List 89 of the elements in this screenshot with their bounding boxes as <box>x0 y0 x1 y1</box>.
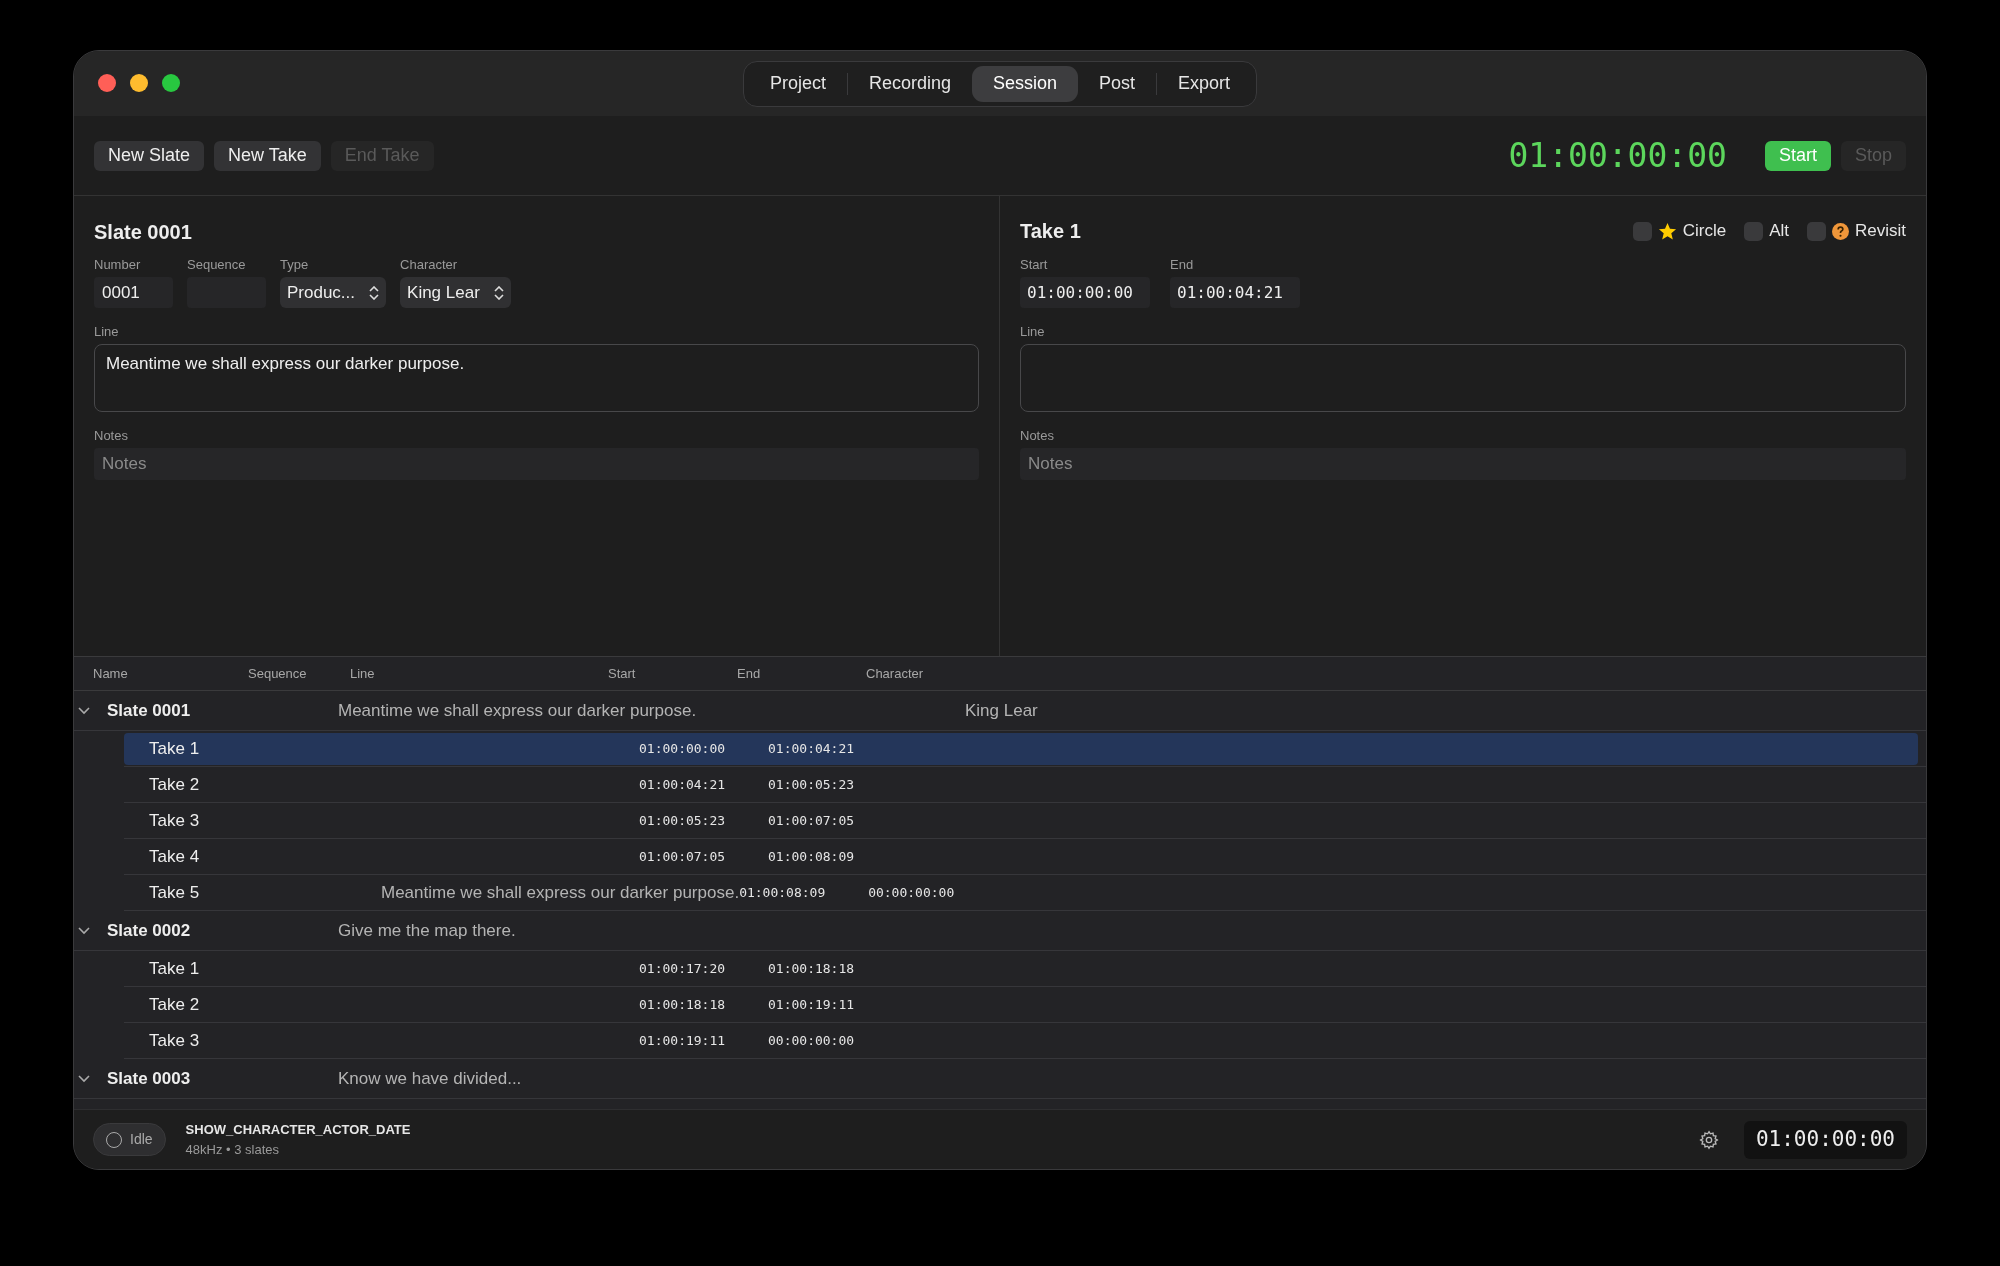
line-field[interactable] <box>1020 344 1906 412</box>
start-time: 01:00:18:18 <box>639 995 727 1014</box>
dropdown[interactable]: King Lear <box>400 277 511 308</box>
line-text: Know we have divided... <box>338 1067 523 1090</box>
tab[interactable]: Recording <box>847 65 972 102</box>
end-time: 00:00:00:00 <box>868 883 956 902</box>
notes-field[interactable]: Notes <box>94 448 979 480</box>
text-field[interactable]: 0001 <box>94 277 173 308</box>
column-header[interactable]: End <box>737 663 866 684</box>
notes-field[interactable]: Notes <box>1020 448 1906 480</box>
take-name: Take 4 <box>149 845 201 868</box>
chevron-down-icon[interactable] <box>78 926 90 935</box>
selected-row[interactable]: Take 1 01:00:00:00 01:00:04:21 <box>124 732 1918 765</box>
field-label: Sequence <box>187 256 247 271</box>
checkbox[interactable] <box>1744 221 1764 241</box>
line-text: Meantime we shall express our darker purpose. <box>338 699 698 722</box>
tab[interactable]: Session <box>972 65 1079 102</box>
chevron-updown-icon <box>493 285 504 300</box>
start-time: 01:00:19:11 <box>639 1031 727 1050</box>
field-label: Number <box>94 256 142 271</box>
slate-name: Slate 0001 <box>107 699 192 722</box>
timecode-display: 01:00:00:00 <box>1508 134 1727 177</box>
column-header[interactable]: Sequence <box>248 663 350 684</box>
take-name: Take 1 <box>149 957 201 980</box>
panel-title: Slate 0001 <box>94 220 193 245</box>
toolbar-button[interactable]: New Slate <box>94 140 205 171</box>
star-icon <box>1657 221 1677 241</box>
end-time: 00:00:00:00 <box>768 1031 856 1050</box>
checkbox-label: Revisit <box>1855 220 1906 243</box>
session-details: 48kHz • 3 slates <box>185 1140 280 1159</box>
line-text: Give me the map there. <box>338 919 517 942</box>
character-text: King Lear <box>965 699 1038 722</box>
line-field[interactable]: Meantime we shall express our darker purpose. <box>94 344 979 412</box>
start-time: 01:00:08:09 <box>739 883 827 902</box>
timecode-field[interactable]: 01:00:00:00 <box>1020 277 1150 308</box>
start-time: 01:00:00:00 <box>639 739 727 758</box>
column-header[interactable]: Name <box>93 663 248 684</box>
field-label: Type <box>280 256 310 271</box>
field-label: Notes <box>94 427 129 442</box>
checkbox[interactable] <box>1807 221 1826 241</box>
line-text: Meantime we shall express our darker purpose. <box>381 881 740 904</box>
panel-title: Take 1 <box>1020 219 1081 244</box>
column-header[interactable]: Line <box>350 663 608 684</box>
take-name: Take 3 <box>149 1029 201 1052</box>
settings-icon[interactable] <box>1698 1129 1719 1150</box>
take-name: Take 3 <box>149 809 201 832</box>
field-label: Notes <box>1020 427 1055 442</box>
start-time: 01:00:07:05 <box>639 847 727 866</box>
field-label: Character <box>400 256 459 271</box>
zoom-button[interactable] <box>162 74 180 92</box>
tab[interactable]: Project <box>748 65 847 102</box>
tab[interactable]: Post <box>1078 65 1157 102</box>
minimize-button[interactable] <box>130 74 148 92</box>
timecode-display: 01:00:00:00 <box>1743 1120 1907 1159</box>
close-button[interactable] <box>98 74 116 92</box>
column-header[interactable]: Character <box>866 663 1066 684</box>
end-time: 01:00:07:05 <box>768 811 856 830</box>
take-name: Take 2 <box>149 993 201 1016</box>
slate-name: Slate 0003 <box>107 1067 192 1090</box>
toolbar-button[interactable]: New Take <box>214 140 321 171</box>
column-header[interactable]: Start <box>608 663 737 684</box>
chevron-down-icon[interactable] <box>78 706 90 715</box>
chevron-updown-icon <box>369 285 380 300</box>
end-time: 01:00:08:09 <box>768 847 856 866</box>
field-label: Line <box>1020 323 1046 338</box>
field-label: Line <box>94 323 120 338</box>
checkbox[interactable] <box>1632 221 1652 241</box>
end-time: 01:00:19:11 <box>768 995 856 1014</box>
checkbox-label: Alt <box>1769 220 1789 243</box>
question-icon <box>1832 222 1849 240</box>
end-time: 01:00:05:23 <box>768 775 856 794</box>
take-name: Take 1 <box>149 737 201 760</box>
start-time: 01:00:04:21 <box>639 775 727 794</box>
take-name: Take 5 <box>149 881 201 904</box>
dropdown[interactable]: Produc... <box>280 277 387 308</box>
tab[interactable]: Export <box>1157 65 1252 102</box>
field-label: End <box>1170 256 1195 271</box>
session-name: SHOW_CHARACTER_ACTOR_DATE <box>185 1121 411 1139</box>
timecode-field[interactable]: 01:00:04:21 <box>1170 277 1300 308</box>
start-time: 01:00:17:20 <box>639 959 727 978</box>
end-time: 01:00:18:18 <box>768 959 856 978</box>
take-name: Take 2 <box>149 773 201 796</box>
chevron-down-icon[interactable] <box>78 1074 90 1083</box>
end-time: 01:00:04:21 <box>768 739 856 758</box>
field-label: Start <box>1020 256 1049 271</box>
status-pill: Idle <box>93 1123 166 1156</box>
slate-name: Slate 0002 <box>107 919 192 942</box>
checkbox-label: Circle <box>1682 220 1727 243</box>
start-time: 01:00:05:23 <box>639 811 727 830</box>
